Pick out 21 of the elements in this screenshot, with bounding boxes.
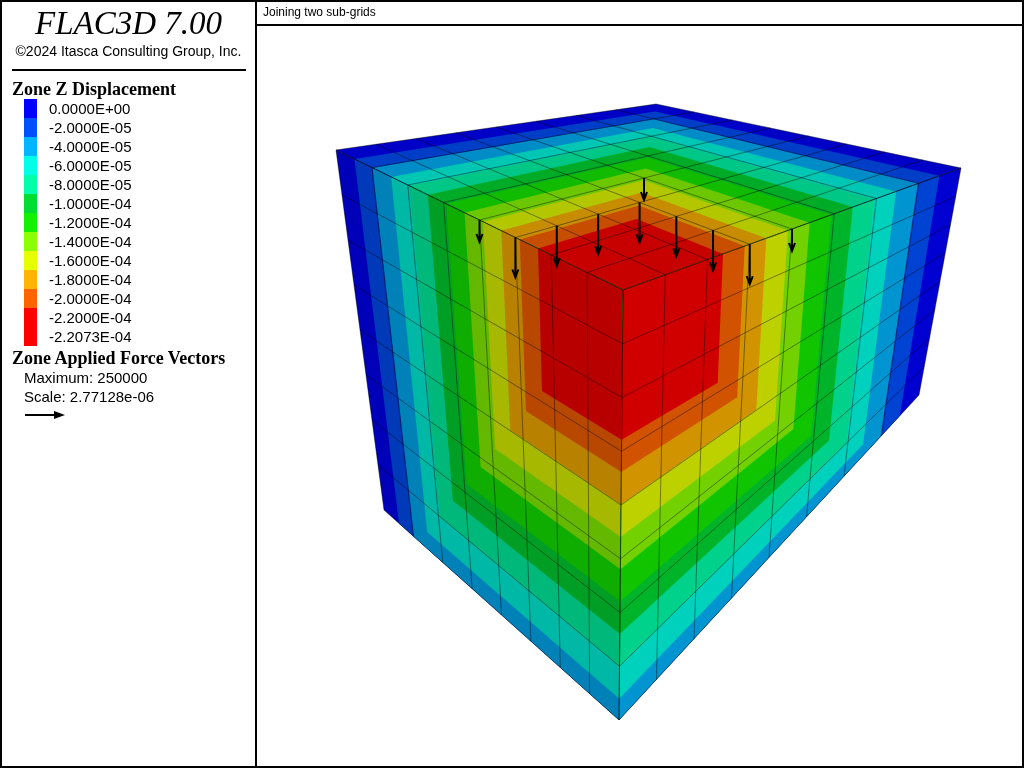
legend-label: -2.2073E-04 bbox=[49, 328, 132, 345]
legend-label: -2.0000E-05 bbox=[49, 119, 132, 136]
scale-text: Scale: 2.77128e-06 bbox=[24, 387, 156, 406]
legend-label: 0.0000E+00 bbox=[49, 100, 131, 117]
legend-label: -1.6000E-04 bbox=[49, 252, 132, 269]
legend-label: -1.8000E-04 bbox=[49, 271, 132, 288]
copyright-text: ©2024 Itasca Consulting Group, Inc. bbox=[14, 43, 243, 59]
plot-title: Joining two sub-grids bbox=[257, 2, 1022, 26]
legend-label: -1.2000E-04 bbox=[49, 214, 132, 231]
maximum-text: Maximum: 250000 bbox=[24, 368, 149, 387]
legend-label: -4.0000E-05 bbox=[49, 138, 132, 155]
legend-label: -6.0000E-05 bbox=[49, 157, 132, 174]
arrow-icon bbox=[24, 410, 66, 420]
legend-label: -8.0000E-05 bbox=[49, 176, 132, 193]
legend-label: -1.4000E-04 bbox=[49, 233, 132, 250]
legend-title: Zone Z Displacement bbox=[12, 79, 177, 99]
legend-label: -2.2000E-04 bbox=[49, 309, 132, 326]
product-title: FLAC3D 7.00 bbox=[34, 6, 223, 40]
legend-label: -1.0000E-04 bbox=[49, 195, 132, 212]
legend-label: -2.0000E-04 bbox=[49, 290, 132, 307]
vectors-title: Zone Applied Force Vectors bbox=[12, 348, 227, 368]
